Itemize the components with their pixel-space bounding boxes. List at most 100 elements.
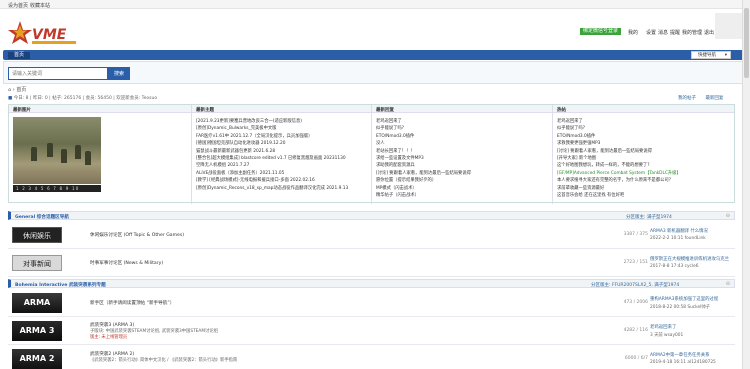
user-link-settings[interactable]: 设置 <box>646 29 656 36</box>
list-item[interactable]: [GF/MP]Advanced Pierce Combat System【Tan… <box>557 170 733 177</box>
list-item[interactable]: 愿你位置（提示结果我好歹的） <box>376 177 548 184</box>
forum-count: 3387 / 375 <box>623 232 648 237</box>
forum-row: 休闲娱乐 休闲娱乐讨论区 (Off Topic & Other Games) 3… <box>8 221 735 249</box>
section-title[interactable]: Bohemia Interactive 武装突袭系列专题 <box>15 282 106 288</box>
list-item[interactable]: [讨论] 要跟着人家看，能到达最后一些结局要说得 <box>557 148 733 155</box>
avatar[interactable] <box>715 13 743 39</box>
latest-replies-link[interactable]: 最新回复 <box>705 96 723 101</box>
list-item[interactable]: 求前辈收藏一些资源最好 <box>557 185 733 192</box>
forum-name[interactable]: 新手区（新手请阅读置顶帖 “新手导航”） <box>90 300 174 306</box>
scrollbar-thumb[interactable] <box>744 8 749 78</box>
list-item[interactable]: [整合包]超大模组集成] blastcore edited v1.7 已修复黑烟… <box>196 155 368 162</box>
list-item[interactable]: [2021.9.23更新]要塞兵营地改良三合一(适应新版信息) <box>196 118 368 125</box>
section-moderators: 分区版主: FFUR2007SLX2_5, 满子型1974 <box>591 283 680 288</box>
chevron-down-icon: ▾ <box>724 53 727 58</box>
forum-last-time: 2018-8-22 00:58 Suckel帅子 <box>650 305 710 310</box>
search-input[interactable] <box>8 67 108 80</box>
bind-wechat-button[interactable]: 绑定微信号登录 <box>580 28 622 35</box>
list-item[interactable]: 老站长回来了！！！ <box>376 148 548 155</box>
quick-nav-label: 快捷导航 <box>698 53 716 58</box>
list-item[interactable]: 这首音乐会给 还在这里找 有位好吧 <box>557 192 733 199</box>
stats-links: 我的帖子 最新回复 <box>678 95 723 101</box>
forum-row: ARMA 3 武装突袭3 (ARMA 3) 子版块: 中国武装突袭STEAM讨论… <box>8 318 735 345</box>
stats-text: 今日: 8 | 昨日: 0 | 帖子: 265176 | 会员: 56450 |… <box>13 96 158 101</box>
list-item[interactable]: 老鸡返回来了 <box>557 118 733 125</box>
user-link-messages[interactable]: 消息 <box>658 29 668 36</box>
list-item[interactable]: [教学] [经典战场模式]-无线电报和援兵接口-多面 2022.02.16 <box>196 177 368 184</box>
forum-subforums[interactable]: 《武装突袭2：箭头行动》简体中文汉化 / 《武装突袭2：箭头行动》新手指南 <box>90 357 237 363</box>
bookmark-link[interactable]: 收藏本站 <box>30 2 50 9</box>
forum-last-post[interactable]: ARMA2中第一章任务任务关系 <box>650 352 710 358</box>
site-header: VME 绑定微信号登录 我的 设置 消息 提醒 我的管理 退出 <box>0 9 750 49</box>
svg-text:VME: VME <box>32 27 67 43</box>
list-item[interactable]: 似乎能说了吗? <box>376 125 548 132</box>
list-item[interactable]: 求给一些设置及文件MP3 <box>376 155 548 162</box>
home-icon[interactable]: ⌂ <box>8 87 11 93</box>
col-latest-images: 最新图片 <box>13 108 31 113</box>
list-item[interactable]: ALiVE战役面板（添加主副任务）2021.11.05 <box>196 170 368 177</box>
user-link-logout[interactable]: 退出 <box>704 29 714 36</box>
top-utility-bar: 设为首页 收藏本站 <box>0 0 750 9</box>
quick-nav-dropdown[interactable]: 快捷导航 ▾ <box>691 51 731 59</box>
forum-name[interactable]: 时事军事讨论区 (News & Military) <box>90 260 163 266</box>
list-item[interactable]: [原创]Dynamic_Recons_v18_sp_map动态战役作品翻译汉化完… <box>196 185 368 192</box>
scrollbar[interactable] <box>742 0 750 369</box>
user-link-mine[interactable]: 我的 <box>628 29 638 36</box>
list-item[interactable]: 这个好地图我想玩，转成一样的，不能的想要了? <box>557 162 733 169</box>
forum-count: 6000 / 6/7 <box>624 356 648 361</box>
list-item[interactable]: [德国]德国坦克部队自动化进攻器 2019.12.20 <box>196 140 368 147</box>
site-logo[interactable]: VME <box>8 19 78 49</box>
hot-threads-list: 老鸡返回来了 似乎能说了吗? ETO/Nmod3.0插件 求救我要更强更强MP3… <box>557 118 733 199</box>
user-link-manage[interactable]: 我的管理 <box>682 29 702 36</box>
forum-count: 2723 / 151 <box>623 260 648 265</box>
my-posts-link[interactable]: 我的帖子 <box>678 96 696 101</box>
list-item[interactable]: 求助我的配套资源兵 <box>376 162 548 169</box>
main-nav: 首页 快捷导航 ▾ <box>3 50 747 60</box>
search-button[interactable]: 搜索 <box>108 67 130 80</box>
list-item[interactable]: MP模式（闪击战术） <box>376 185 548 192</box>
latest-topics-list: [2021.9.23更新]要塞兵营地改良三合一(适应新版信息) [原创]Dyna… <box>196 118 368 192</box>
forum-icon[interactable]: ARMA 3 <box>12 321 62 341</box>
hot-panel: 最新图片 最新主题 最新回复 热帖 1 2 3 4 5 6 7 8 9 10 [… <box>8 104 735 204</box>
list-item[interactable]: [原创]Dynamic_Bulwarks_完美极中文版 <box>196 125 368 132</box>
list-item[interactable]: 空降无人机模组 2021.7.27 <box>196 162 368 169</box>
forum-last-post[interactable]: 俄罗斯正在大规模推进训练机进攻乌克兰 <box>650 256 729 262</box>
search-bar: 搜索 <box>3 61 747 84</box>
forum-moderator[interactable]: 版主: 未上线管理员 <box>90 334 127 340</box>
list-item[interactable]: 没人 <box>376 140 548 147</box>
list-item[interactable]: [开导大家] 新个地图 <box>557 155 733 162</box>
forum-icon[interactable]: ARMA <box>12 293 62 313</box>
forum-icon[interactable]: 对事新闻 <box>12 255 62 271</box>
forum-icon[interactable]: 休闲娱乐 <box>12 227 62 243</box>
forum-last-post[interactable]: 重构ARMA3系统加强了这里的过程 <box>650 296 718 302</box>
collapse-icon[interactable]: ⊖ <box>726 213 730 219</box>
collapse-icon[interactable]: ⊖ <box>726 281 730 287</box>
set-homepage-link[interactable]: 设为首页 <box>8 2 28 9</box>
list-item[interactable]: ETO/Nmod3.0插件 <box>376 133 548 140</box>
image-pager[interactable]: 1 2 3 4 5 6 7 8 9 10 <box>13 185 101 192</box>
list-item[interactable]: [讨论] 要跟着人家看，能到达最后一些结局要说得 <box>376 170 548 177</box>
forum-last-time: 3 天前 wsay001 <box>650 333 684 338</box>
forum-last-post[interactable]: ARMA3 新机器翻译 什么情况 <box>650 228 708 234</box>
featured-image[interactable] <box>13 117 101 184</box>
list-item[interactable]: FAR医疗v1.61中 2021.12.7（全局汉化提示，兵员加强版） <box>196 133 368 140</box>
user-link-notifications[interactable]: 提醒 <box>670 29 680 36</box>
list-item[interactable]: 求救我要更强更强MP3 <box>557 140 733 147</box>
list-item[interactable]: 精华帖子（闪击战术） <box>376 192 548 199</box>
forum-last-post[interactable]: 老鸡返回来了 <box>650 324 676 330</box>
forum-last-time: 2017-8-8 17:43 cycle6 <box>650 264 699 269</box>
nav-home-tab[interactable]: 首页 <box>8 52 30 59</box>
latest-replies-list: 老鸡返回来了 似乎能说了吗? ETO/Nmod3.0插件 没人 老站长回来了！！… <box>376 118 548 199</box>
list-item[interactable]: 老鸡返回来了 <box>376 118 548 125</box>
breadcrumb-home[interactable]: 首页 <box>16 87 26 93</box>
section-title[interactable]: General 综合话题区导航 <box>15 214 69 220</box>
list-item[interactable]: 似乎能说了吗? <box>557 125 733 132</box>
list-item[interactable]: 猫鼠战斗最新最新武器包更新 2021.6.28 <box>196 148 368 155</box>
forum-icon[interactable]: ARMA 2 <box>12 349 62 369</box>
section-general-header[interactable]: General 综合话题区导航 分区版主: 满子型1974 ⊖ <box>8 211 735 220</box>
stats-icon: ■ <box>8 96 13 101</box>
section-bohemia-header[interactable]: Bohemia Interactive 武装突袭系列专题 分区版主: FFUR2… <box>8 279 735 288</box>
forum-name[interactable]: 休闲娱乐讨论区 (Off Topic & Other Games) <box>90 232 184 238</box>
list-item[interactable]: ETO/Nmod3.0插件 <box>557 133 733 140</box>
list-item[interactable]: 本人要求搜寻大家还有完整的名字，为什么原来不是都公司？ <box>557 177 733 184</box>
